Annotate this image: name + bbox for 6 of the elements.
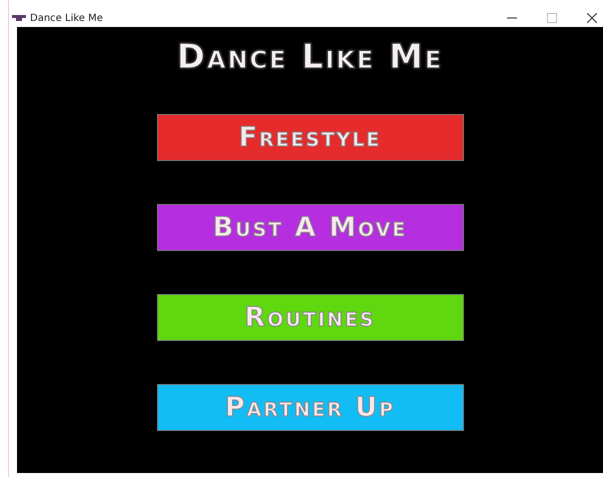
menu-button[interactable]: Freestyle (156, 114, 464, 161)
app-icon (12, 15, 26, 21)
game-title: Dance Like Me (176, 36, 444, 79)
close-icon[interactable] (587, 13, 597, 23)
window-title: Dance Like Me (30, 12, 103, 24)
menu-button[interactable]: Bust A Move (156, 204, 464, 251)
